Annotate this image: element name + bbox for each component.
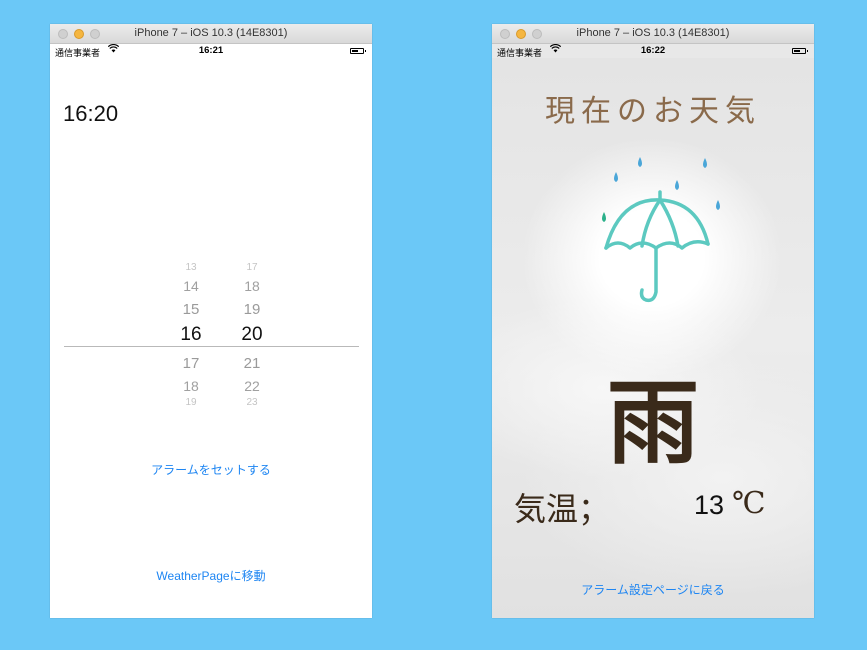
ios-status-bar: 通信事業者 16:21 <box>50 43 372 58</box>
minute-option[interactable]: 22 <box>232 378 272 394</box>
simulator-window-alarm: iPhone 7 – iOS 10.3 (14E8301) 通信事業者 16:2… <box>50 24 372 618</box>
window-title: iPhone 7 – iOS 10.3 (14E8301) <box>576 27 730 39</box>
umbrella-rain-icon <box>602 157 720 303</box>
alarm-time-label: 16:20 <box>63 101 119 126</box>
hour-option[interactable]: 17 <box>171 355 211 372</box>
hour-option[interactable]: 13 <box>171 262 211 273</box>
minute-option[interactable]: 23 <box>232 397 272 408</box>
minute-option[interactable]: 17 <box>232 262 272 273</box>
paper-background <box>492 58 814 618</box>
hour-option[interactable]: 19 <box>171 397 211 408</box>
window-titlebar: iPhone 7 – iOS 10.3 (14E8301) <box>492 24 814 44</box>
window-titlebar: iPhone 7 – iOS 10.3 (14E8301) <box>50 24 372 44</box>
temperature-value: 13 <box>694 490 725 520</box>
hour-option[interactable]: 14 <box>171 278 211 294</box>
ios-status-bar: 通信事業者 16:22 <box>492 43 814 58</box>
time-picker[interactable]: 13 14 15 16 17 18 19 17 18 19 20 21 22 23 <box>64 244 359 414</box>
hour-option[interactable]: 16 <box>171 324 211 346</box>
status-time: 16:21 <box>198 45 224 56</box>
minute-option[interactable]: 20 <box>232 324 272 346</box>
weather-page-button[interactable]: WeatherPageに移動 <box>50 567 372 584</box>
hour-option[interactable]: 15 <box>171 301 211 318</box>
minute-option[interactable]: 19 <box>232 301 272 318</box>
minute-option[interactable]: 18 <box>232 278 272 294</box>
status-time: 16:22 <box>640 45 666 56</box>
hour-option[interactable]: 18 <box>171 378 211 394</box>
simulator-window-weather: iPhone 7 – iOS 10.3 (14E8301) 通信事業者 16:2… <box>492 24 814 618</box>
picker-selection-line <box>64 346 359 347</box>
minute-option[interactable]: 21 <box>232 355 272 372</box>
set-alarm-button[interactable]: アラームをセットする <box>50 461 372 478</box>
window-title: iPhone 7 – iOS 10.3 (14E8301) <box>134 27 288 39</box>
temperature-label: 気温； <box>514 490 611 528</box>
weather-condition: 雨 <box>606 369 699 477</box>
battery-icon <box>792 48 808 54</box>
battery-icon <box>350 48 366 54</box>
temperature-unit: ℃ <box>732 486 766 521</box>
weather-heading: 現在のお天気 <box>545 94 761 129</box>
back-to-alarm-button[interactable]: アラーム設定ページに戻る <box>492 581 814 598</box>
